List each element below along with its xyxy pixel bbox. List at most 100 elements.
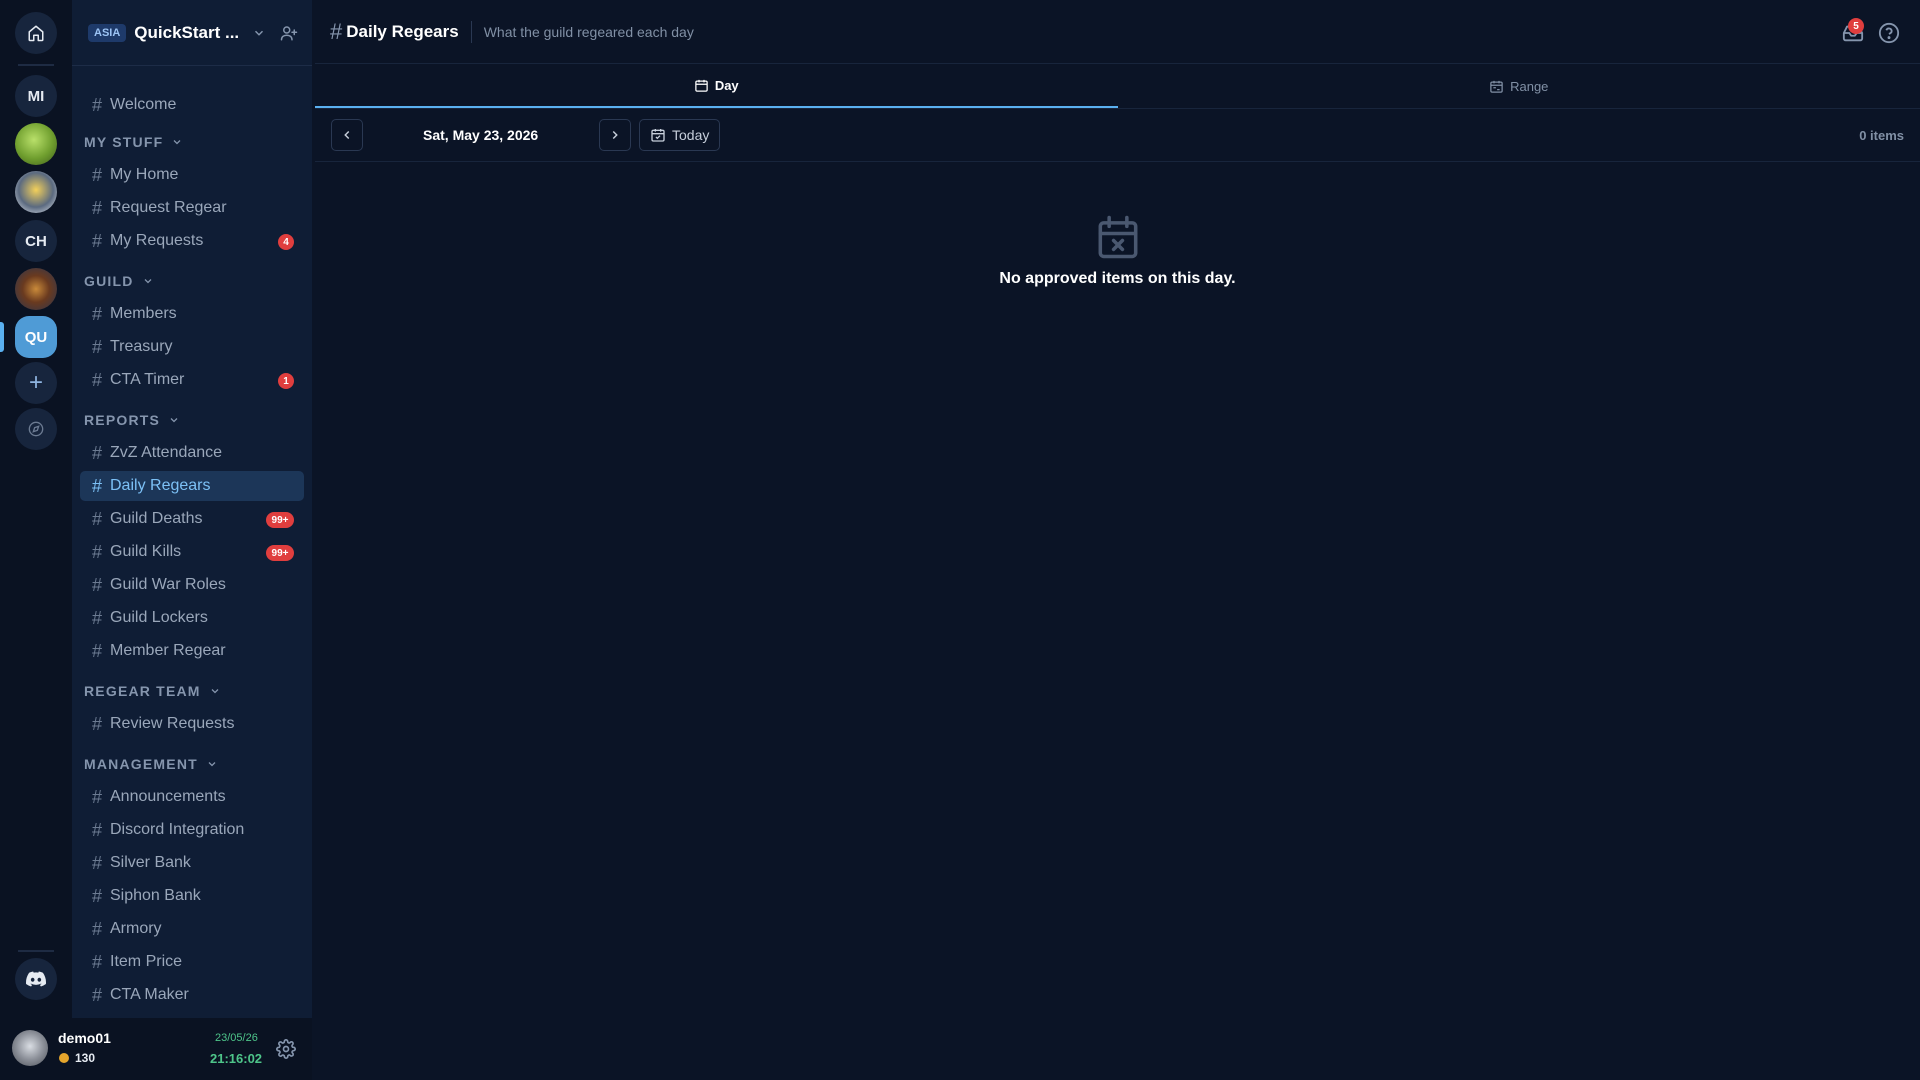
previous-day-button[interactable] [331, 119, 363, 151]
tab-range[interactable]: Range [1118, 64, 1920, 108]
hash-icon: # [92, 336, 103, 357]
unread-badge: 99+ [266, 512, 294, 528]
channel-siphon-bank[interactable]: # Siphon Bank [80, 881, 304, 911]
channel-welcome[interactable]: # Welcome [80, 90, 304, 120]
channel-sidebar: ASIA QuickStart ... # Welcome MY STUFF # M… [72, 0, 312, 1018]
chevron-down-icon[interactable] [252, 26, 266, 40]
today-button[interactable]: Today [639, 119, 721, 151]
add-user-icon[interactable] [280, 24, 298, 42]
current-date-label: Sat, May 23, 2026 [423, 127, 539, 143]
user-points: 130 [75, 1051, 96, 1065]
server-avatar-minion[interactable] [15, 171, 57, 213]
server-avatar-warrior[interactable] [15, 268, 57, 310]
channel-cta-maker[interactable]: # CTA Maker [80, 980, 304, 1010]
channel-guild-lockers[interactable]: # Guild Lockers [80, 603, 304, 633]
channel-label: CTA Timer [110, 371, 185, 388]
add-server-button[interactable]: + [15, 362, 57, 404]
server-rail: MI CH QU + [0, 0, 72, 1080]
gear-icon[interactable] [276, 1039, 296, 1059]
channel-label: CTA Maker [110, 986, 189, 1003]
channel-list: # Welcome MY STUFF # My Home # Request Rege… [72, 66, 312, 1005]
channel-label: Review Requests [110, 715, 235, 732]
server-qu[interactable]: QU [15, 316, 57, 358]
compass-icon [28, 421, 44, 437]
channel-cta-timer[interactable]: # CTA Timer 1 [80, 365, 304, 395]
hash-icon: # [92, 442, 103, 463]
channel-my-requests[interactable]: # My Requests 4 [80, 226, 304, 256]
username: demo01 [58, 1030, 111, 1046]
server-mi[interactable]: MI [15, 75, 57, 117]
channel-review-requests[interactable]: # Review Requests [80, 709, 304, 739]
header-divider [470, 20, 472, 43]
channel-announcements[interactable]: # Announcements [80, 782, 304, 812]
channel-member-regear[interactable]: # Member Regear [80, 636, 304, 666]
section-reports[interactable]: REPORTS [84, 410, 180, 430]
next-day-button[interactable] [599, 119, 631, 151]
unread-badge: 1 [278, 373, 294, 389]
channel-label: Announcements [110, 788, 226, 805]
hash-icon: # [92, 230, 103, 251]
section-management[interactable]: MANAGEMENT [84, 754, 218, 774]
hash-icon: # [92, 852, 103, 873]
channel-label: Guild War Roles [110, 576, 226, 593]
today-label: Today [672, 127, 710, 143]
guild-name[interactable]: QuickStart ... [134, 23, 246, 43]
channel-label: Daily Regears [110, 477, 211, 494]
server-avatar-dragon[interactable] [15, 123, 57, 165]
date-navigation: Sat, May 23, 2026 Today 0 items [315, 109, 1920, 162]
help-icon[interactable] [1878, 22, 1900, 44]
channel-label: Armory [110, 920, 162, 937]
channel-label: ZvZ Attendance [110, 444, 223, 461]
channel-daily-regears[interactable]: # Daily Regears [80, 471, 304, 501]
calendar-check-icon [651, 129, 665, 142]
chevron-down-icon [144, 279, 152, 284]
hash-icon: # [92, 574, 103, 595]
page-title: Daily Regears [346, 21, 459, 41]
server-ch[interactable]: CH [15, 220, 57, 262]
channel-label: Item Price [110, 953, 183, 970]
chevron-right-icon [612, 130, 618, 140]
discord-button[interactable] [15, 958, 57, 1000]
empty-state-message: No approved items on this day. [999, 270, 1236, 287]
channel-guild-kills[interactable]: # Guild Kills 99+ [80, 537, 304, 567]
hash-icon: # [92, 713, 103, 734]
channel-silver-bank[interactable]: # Silver Bank [80, 848, 304, 878]
channel-my-home[interactable]: # My Home [80, 160, 304, 190]
explore-button[interactable] [15, 408, 57, 450]
channel-label: Welcome [110, 96, 177, 113]
hash-icon: # [92, 369, 103, 390]
channel-zvz-attendance[interactable]: # ZvZ Attendance [80, 438, 304, 468]
home-button[interactable] [15, 12, 57, 54]
channel-guild-deaths[interactable]: # Guild Deaths 99+ [80, 504, 304, 534]
page-subtitle: What the guild regeared each day [483, 23, 694, 40]
hash-icon: # [92, 951, 103, 972]
section-regear-team[interactable]: REGEAR TEAM [84, 681, 221, 701]
chevron-down-icon [208, 762, 216, 767]
hash-icon: # [92, 607, 103, 628]
channel-request-regear[interactable]: # Request Regear [80, 193, 304, 223]
chevron-down-icon [170, 418, 178, 423]
unread-badge: 99+ [266, 545, 294, 561]
channel-discord-integration[interactable]: # Discord Integration [80, 815, 304, 845]
hash-icon: # [92, 819, 103, 840]
discord-icon [26, 971, 46, 987]
hash-icon: # [330, 18, 343, 44]
hash-icon: # [92, 786, 103, 807]
user-panel: demo01 130 23/05/26 21:16:02 [0, 1018, 312, 1080]
channel-item-price[interactable]: # Item Price [80, 947, 304, 977]
avatar[interactable] [12, 1030, 48, 1066]
guild-header[interactable]: ASIA QuickStart ... [72, 0, 312, 66]
channel-guild-war-roles[interactable]: # Guild War Roles [80, 570, 304, 600]
channel-members[interactable]: # Members [80, 299, 304, 329]
channel-label: My Home [110, 166, 179, 183]
section-guild[interactable]: GUILD [84, 271, 154, 291]
channel-armory[interactable]: # Armory [80, 914, 304, 944]
channel-label: Guild Deaths [110, 510, 203, 527]
channel-label: Guild Lockers [110, 609, 208, 626]
tab-day[interactable]: Day [315, 64, 1118, 108]
hash-icon: # [92, 885, 103, 906]
main-panel: # Daily Regears What the guild regeared … [315, 0, 1920, 1080]
active-server-indicator [0, 322, 4, 352]
channel-treasury[interactable]: # Treasury [80, 332, 304, 362]
section-my-stuff[interactable]: MY STUFF [84, 132, 183, 152]
